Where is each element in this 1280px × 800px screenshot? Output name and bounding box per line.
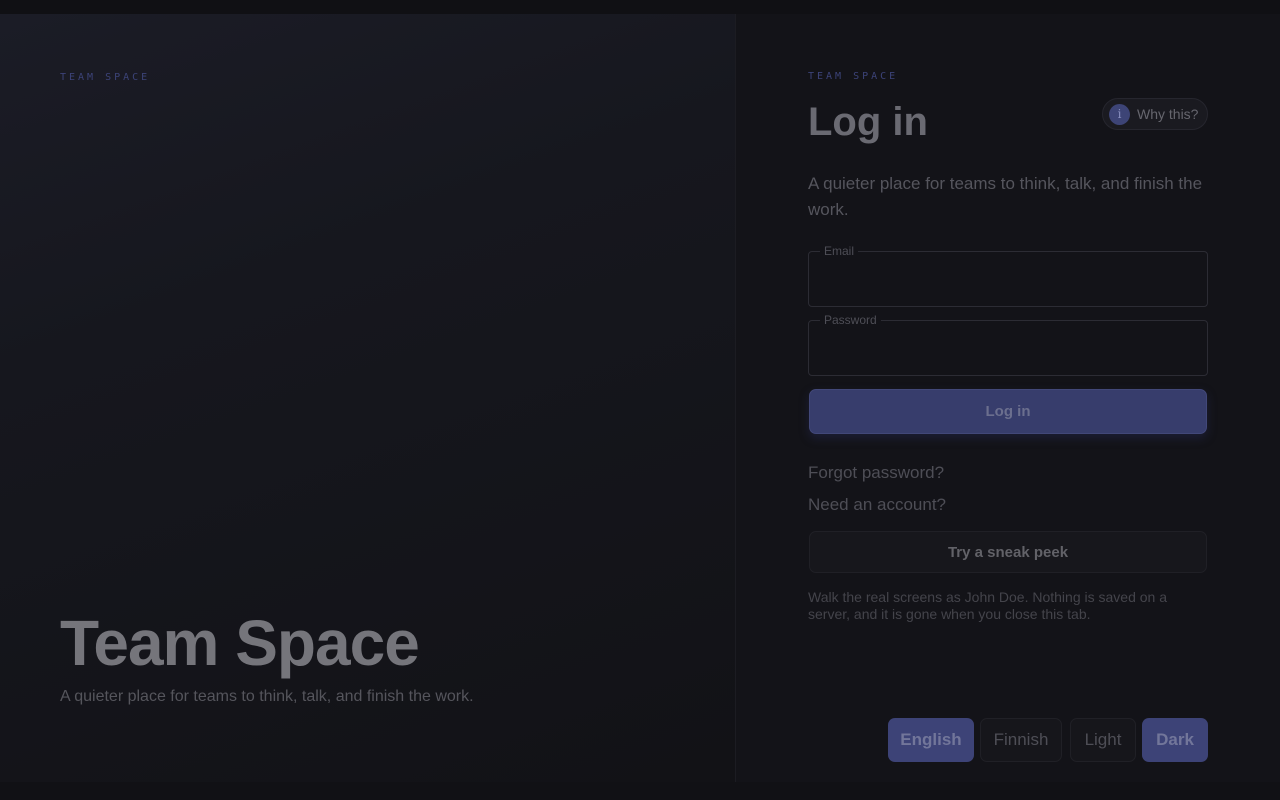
why-this-label: Why this?	[1137, 106, 1199, 122]
login-button[interactable]: Log in	[809, 389, 1207, 434]
bottom-strip	[0, 782, 1280, 800]
theme-light-button[interactable]: Light	[1070, 718, 1136, 762]
password-field[interactable]: Password	[808, 313, 1208, 376]
sneak-peek-button[interactable]: Try a sneak peek	[809, 531, 1207, 573]
language-english-button[interactable]: English	[888, 718, 974, 762]
email-field[interactable]: Email	[808, 244, 1208, 307]
sneak-peek-note: Walk the real screens as John Doe. Nothi…	[808, 589, 1168, 622]
brand-panel: TEAM SPACE Team Space A quieter place fo…	[0, 14, 736, 782]
login-eyebrow: TEAM SPACE	[808, 71, 899, 82]
top-bar	[0, 0, 1280, 14]
brand-eyebrow: TEAM SPACE	[60, 72, 151, 83]
login-title: Log in	[808, 100, 928, 144]
password-input[interactable]	[809, 321, 1207, 375]
language-finnish-button[interactable]: Finnish	[980, 718, 1062, 762]
brand-tagline: A quieter place for teams to think, talk…	[60, 688, 474, 705]
info-icon: i	[1109, 103, 1130, 125]
theme-dark-button[interactable]: Dark	[1142, 718, 1208, 762]
email-input[interactable]	[809, 252, 1207, 306]
need-account-link[interactable]: Need an account?	[808, 495, 946, 515]
brand-title: Team Space	[60, 607, 420, 679]
forgot-password-link[interactable]: Forgot password?	[808, 463, 944, 483]
login-subtitle: A quieter place for teams to think, talk…	[808, 174, 1203, 219]
why-this-button[interactable]: i Why this?	[1102, 98, 1208, 130]
